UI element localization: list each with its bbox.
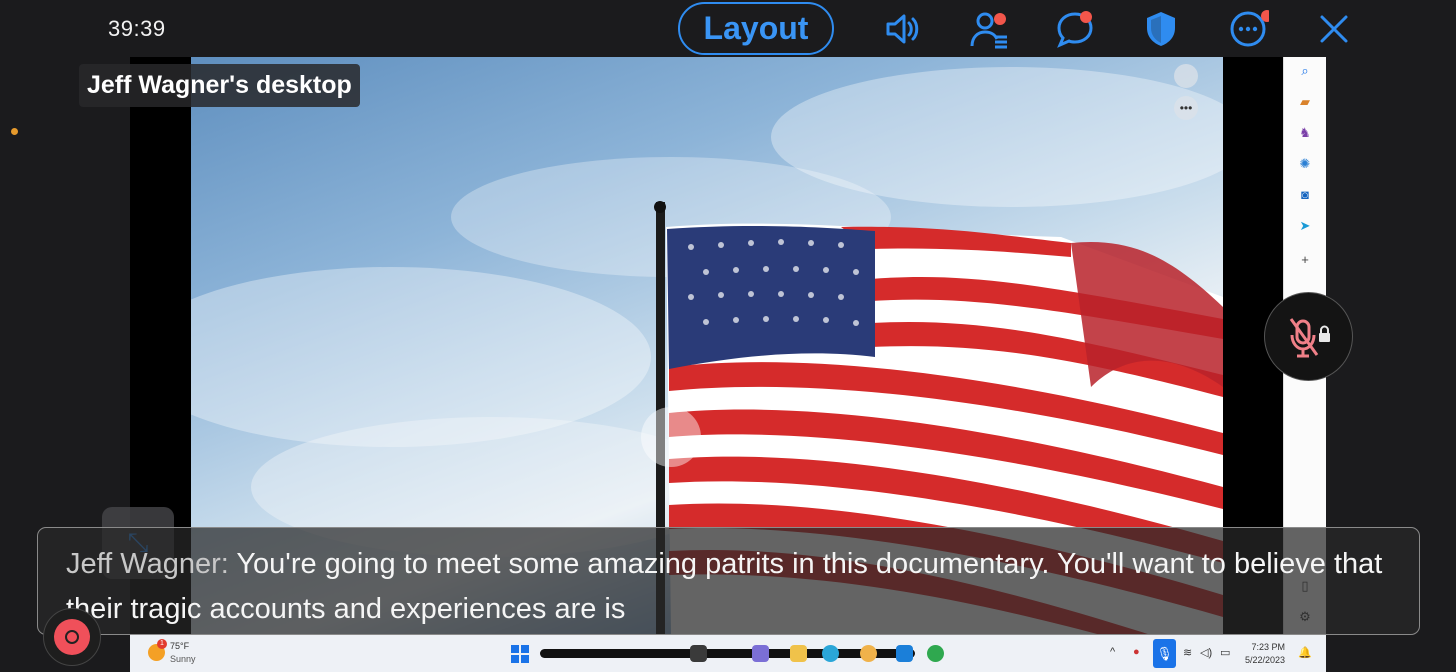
chat-icon[interactable] (1054, 8, 1096, 50)
app-icon[interactable] (927, 645, 944, 662)
add-icon[interactable]: + (1297, 252, 1313, 268)
caption-text: You're going to meet some amazing patrit… (66, 548, 1383, 625)
edge-icon[interactable] (822, 645, 839, 662)
security-shield-icon[interactable] (1140, 8, 1182, 50)
live-caption: Jeff Wagner: You're going to meet some a… (37, 527, 1420, 635)
search-icon[interactable]: ⌕ (1297, 63, 1313, 79)
record-button[interactable] (43, 608, 101, 666)
volume-icon[interactable]: ◁) (1200, 646, 1212, 659)
meeting-timer: 39:39 (108, 16, 166, 41)
taskbar-time: 7:23 PM (1251, 642, 1285, 652)
speaker-icon[interactable] (882, 8, 924, 50)
muted-mic-icon (1289, 318, 1330, 358)
weather-badge: 1 (157, 639, 167, 649)
windows-start-icon[interactable] (511, 645, 529, 663)
send-icon[interactable]: ➤ (1297, 218, 1313, 234)
close-icon[interactable] (1313, 8, 1355, 50)
overlay-more-icon[interactable]: ••• (1174, 96, 1198, 120)
store-icon[interactable] (896, 645, 913, 662)
taskview-icon[interactable] (690, 645, 707, 662)
weather-temperature: 75°F (170, 641, 190, 651)
briefcase-icon[interactable]: ▰ (1297, 94, 1313, 110)
overlay-settings-icon[interactable] (1174, 64, 1198, 88)
games-icon[interactable]: ♞ (1297, 125, 1313, 141)
battery-icon[interactable]: ▭ (1220, 646, 1230, 659)
weather-condition: Sunny (170, 654, 196, 664)
wifi-icon[interactable]: ≋ (1183, 646, 1192, 659)
file-explorer-icon[interactable] (790, 645, 807, 662)
layout-button[interactable]: Layout (678, 2, 834, 55)
caption-speaker: Jeff Wagner: (66, 548, 229, 580)
windows-taskbar: 1 75°F Sunny ^ ● 🎙 ≋ ◁) ▭ 7:23 PM 5/22/2… (130, 635, 1326, 672)
meeting-toolbar: 39:39 Layout (0, 0, 1456, 58)
participants-icon[interactable] (968, 8, 1010, 50)
tray-app-icon[interactable]: ● (1133, 646, 1140, 658)
chrome-icon[interactable] (860, 645, 877, 662)
copilot-icon[interactable]: ✺ (1297, 156, 1313, 172)
taskbar-date: 5/22/2023 (1244, 655, 1285, 665)
muted-mic-indicator[interactable] (1264, 292, 1353, 381)
indicator-dot (11, 128, 18, 135)
sharer-name-label: Jeff Wagner's desktop (79, 64, 360, 107)
tray-chevron-icon[interactable]: ^ (1110, 646, 1115, 658)
outlook-icon[interactable]: ◙ (1297, 187, 1313, 203)
home-indicator-bar (540, 649, 915, 658)
notification-bell-icon[interactable]: 🔔 (1298, 646, 1312, 659)
more-icon[interactable] (1227, 8, 1273, 50)
teams-icon[interactable] (752, 645, 769, 662)
microphone-tray-icon[interactable]: 🎙 (1153, 639, 1176, 668)
record-icon (54, 619, 90, 655)
